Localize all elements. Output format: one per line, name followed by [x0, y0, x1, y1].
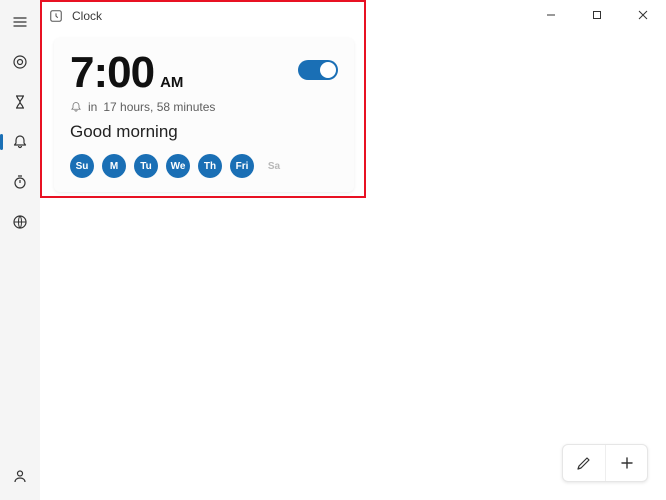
- bell-small-icon: [70, 101, 82, 113]
- alarm-time-row: 7:00 AM: [70, 48, 338, 98]
- menu-icon: [12, 14, 28, 30]
- alarm-name: Good morning: [70, 122, 338, 142]
- edit-alarms-button[interactable]: [563, 445, 605, 481]
- day-chip-su[interactable]: Su: [70, 154, 94, 178]
- content: 7:00 AM in 17 hours, 58 minutes Good mor…: [40, 32, 666, 198]
- alarm-remaining: in 17 hours, 58 minutes: [70, 100, 338, 114]
- hourglass-icon: [12, 94, 28, 110]
- sidebar-item-account[interactable]: [4, 462, 36, 490]
- alarm-remaining-text: 17 hours, 58 minutes: [103, 100, 215, 114]
- alarm-time-ampm: AM: [160, 74, 183, 91]
- sidebar: [0, 0, 40, 500]
- day-chip-we[interactable]: We: [166, 154, 190, 178]
- globe-icon: [12, 214, 28, 230]
- minimize-button[interactable]: [528, 0, 574, 30]
- main-area: Clock 7:00 AM in 17 hours, 58 minutes Go…: [40, 0, 666, 500]
- alarm-remaining-prefix: in: [88, 100, 97, 114]
- day-chip-m[interactable]: M: [102, 154, 126, 178]
- sidebar-item-focus[interactable]: [4, 48, 36, 76]
- alarm-time: 7:00 AM: [70, 48, 183, 98]
- alarm-toggle[interactable]: [298, 60, 338, 80]
- stopwatch-icon: [12, 174, 28, 190]
- sidebar-item-alarm[interactable]: [4, 128, 36, 156]
- add-alarm-button[interactable]: [605, 445, 647, 481]
- bell-icon: [12, 134, 28, 150]
- day-chip-tu[interactable]: Tu: [134, 154, 158, 178]
- maximize-button[interactable]: [574, 0, 620, 30]
- pencil-icon: [576, 455, 592, 471]
- plus-icon: [619, 455, 635, 471]
- sidebar-item-stopwatch[interactable]: [4, 168, 36, 196]
- sidebar-item-timer[interactable]: [4, 88, 36, 116]
- person-icon: [12, 468, 28, 484]
- day-chip-fr[interactable]: Fri: [230, 154, 254, 178]
- alarm-time-value: 7:00: [70, 48, 154, 98]
- sidebar-item-worldclock[interactable]: [4, 208, 36, 236]
- app-icon: [48, 8, 64, 24]
- day-chip-sa[interactable]: Sa: [262, 154, 286, 178]
- window-controls: [528, 0, 666, 30]
- focus-icon: [12, 54, 28, 70]
- fab-row: [562, 444, 648, 482]
- alarm-card[interactable]: 7:00 AM in 17 hours, 58 minutes Good mor…: [54, 38, 354, 192]
- day-chip-th[interactable]: Th: [198, 154, 222, 178]
- sidebar-item-menu[interactable]: [4, 8, 36, 36]
- close-button[interactable]: [620, 0, 666, 30]
- app-title: Clock: [72, 9, 102, 23]
- days-row: Su M Tu We Th Fri Sa: [70, 154, 338, 178]
